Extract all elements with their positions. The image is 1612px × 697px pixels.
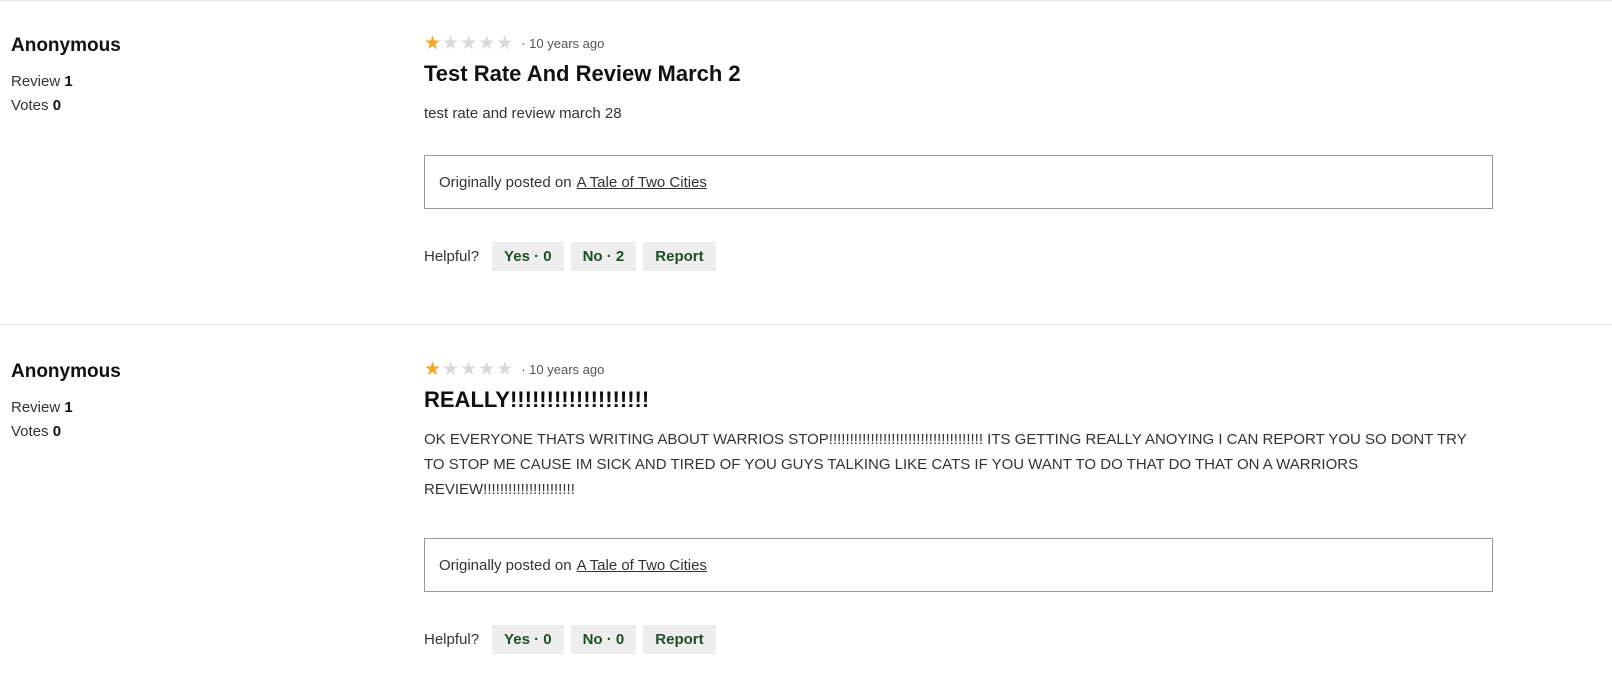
helpful-row: Helpful? Yes · 0 No · 2 Report <box>424 241 1494 271</box>
review-timestamp: · 10 years ago <box>521 35 605 51</box>
review-body: OK EVERYONE THATS WRITING ABOUT WARRIOS … <box>424 431 1467 498</box>
originally-posted-box: Originally posted on A Tale of Two Citie… <box>424 538 1493 592</box>
author-votes-count: Votes 0 <box>11 94 371 118</box>
book-link[interactable]: A Tale of Two Cities <box>577 557 707 574</box>
star-rating: ★ ★ ★ ★ ★ <box>424 33 513 53</box>
author-name: Anonymous <box>11 35 121 56</box>
review-title: REALLY!!!!!!!!!!!!!!!!!!! <box>424 387 650 412</box>
votes-count-label: Votes <box>11 423 49 440</box>
author-votes-count: Votes 0 <box>11 420 371 444</box>
helpful-label: Helpful? <box>424 247 480 265</box>
review-title: Test Rate And Review March 2 <box>424 61 741 86</box>
helpful-row: Helpful? Yes · 0 No · 0 Report <box>424 624 1494 654</box>
posted-prefix: Originally posted on <box>439 173 572 191</box>
review-card: Anonymous Review 1 Votes 0 ★ ★ ★ ★ ★ · 10 ye… <box>0 0 1612 325</box>
star-empty-icon: ★ <box>478 358 496 380</box>
star-filled-icon: ★ <box>424 358 442 380</box>
star-filled-icon: ★ <box>424 32 442 54</box>
review-count-label: Review <box>11 73 61 90</box>
star-empty-icon: ★ <box>442 358 460 380</box>
review-timestamp: · 10 years ago <box>521 361 605 377</box>
review-count-value: 1 <box>64 73 73 90</box>
posted-prefix: Originally posted on <box>439 556 572 574</box>
helpful-no-button[interactable]: No · 2 <box>570 241 637 271</box>
review-count-label: Review <box>11 399 61 416</box>
star-empty-icon: ★ <box>496 32 514 54</box>
votes-count-value: 0 <box>52 97 62 114</box>
review-count-value: 1 <box>64 399 73 416</box>
book-link[interactable]: A Tale of Two Cities <box>577 174 707 191</box>
votes-count-value: 0 <box>52 423 62 440</box>
report-button[interactable]: Report <box>643 241 716 271</box>
star-empty-icon: ★ <box>460 32 478 54</box>
helpful-yes-button[interactable]: Yes · 0 <box>492 241 564 271</box>
votes-count-label: Votes <box>11 97 49 114</box>
review-meta: ★ ★ ★ ★ ★ · 10 years ago <box>424 357 1494 381</box>
review-content: ★ ★ ★ ★ ★ · 10 years ago Test Rate And Revie… <box>424 31 1494 271</box>
author-review-count: Review 1 <box>11 396 371 420</box>
review-author-panel: Anonymous Review 1 Votes 0 <box>11 34 371 118</box>
originally-posted-box: Originally posted on A Tale of Two Citie… <box>424 155 1493 209</box>
star-empty-icon: ★ <box>442 32 460 54</box>
review-meta: ★ ★ ★ ★ ★ · 10 years ago <box>424 31 1494 55</box>
helpful-yes-button[interactable]: Yes · 0 <box>492 624 564 654</box>
review-content: ★ ★ ★ ★ ★ · 10 years ago REALLY!!!!!!!!!!!!!… <box>424 357 1494 654</box>
report-button[interactable]: Report <box>643 624 716 654</box>
helpful-label: Helpful? <box>424 630 480 648</box>
star-rating: ★ ★ ★ ★ ★ <box>424 359 513 379</box>
review-body: test rate and review march 28 <box>424 105 622 122</box>
review-author-panel: Anonymous Review 1 Votes 0 <box>11 360 371 444</box>
star-empty-icon: ★ <box>478 32 496 54</box>
helpful-no-button[interactable]: No · 0 <box>570 624 637 654</box>
star-empty-icon: ★ <box>460 358 478 380</box>
review-card: Anonymous Review 1 Votes 0 ★ ★ ★ ★ ★ · 10 ye… <box>0 325 1612 697</box>
star-empty-icon: ★ <box>496 358 514 380</box>
author-review-count: Review 1 <box>11 70 371 94</box>
author-name: Anonymous <box>11 361 121 382</box>
